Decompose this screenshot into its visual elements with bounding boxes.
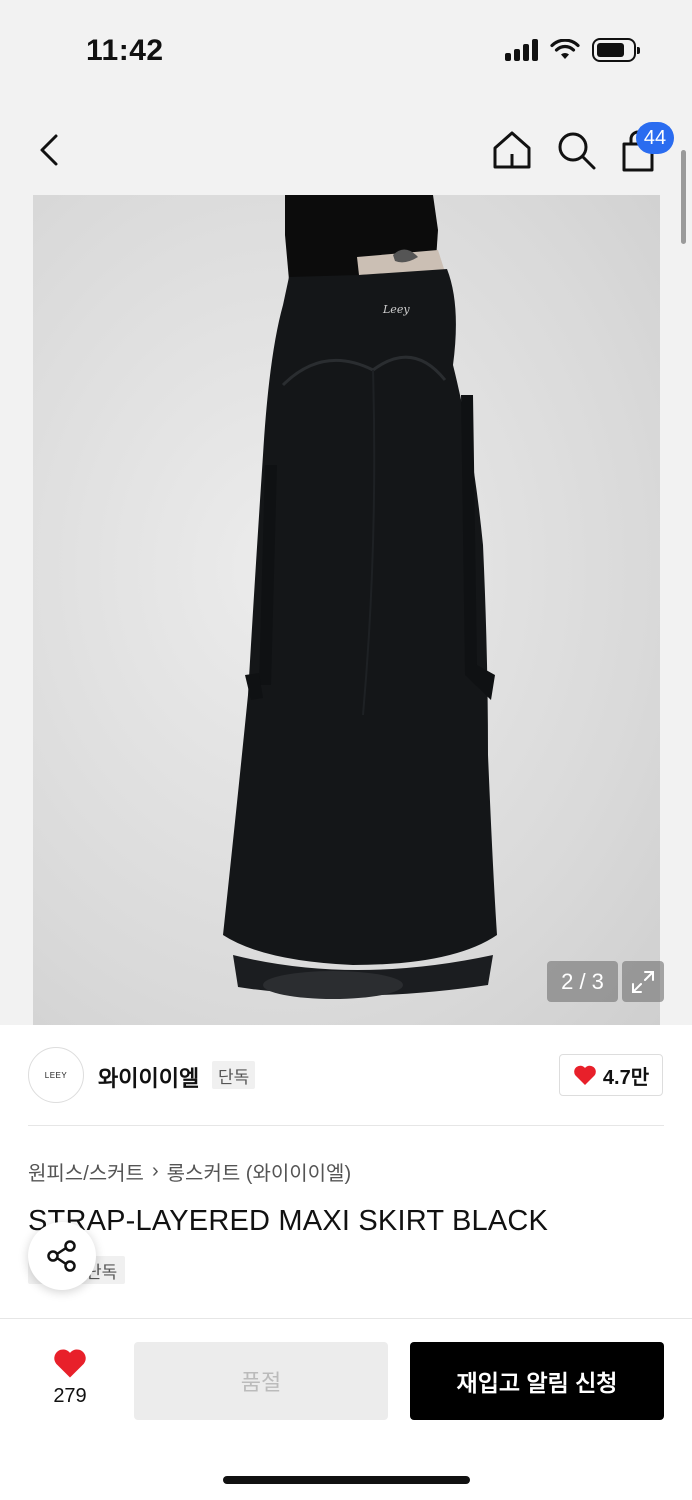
soldout-button: 품절	[134, 1342, 388, 1420]
search-icon[interactable]	[554, 128, 598, 172]
battery-icon	[592, 38, 640, 62]
chevron-right-icon: ›	[151, 1160, 159, 1182]
status-bar: 11:42	[0, 0, 692, 100]
skirt-illustration: Leey	[223, 195, 497, 999]
product-image[interactable]: Leey	[33, 195, 660, 1025]
share-icon	[47, 1240, 76, 1272]
breadcrumb-category[interactable]: 원피스/스커트	[28, 1157, 144, 1186]
fullscreen-button[interactable]	[622, 961, 664, 1002]
brand-like-button[interactable]: 4.7만	[559, 1054, 663, 1096]
exclusive-badge: 단독	[212, 1061, 256, 1089]
product-title: STRAP-LAYERED MAXI SKIRT BLACK	[28, 1205, 549, 1237]
heart-icon	[574, 1065, 596, 1085]
breadcrumb: 원피스/스커트 › 롱스커트 (와이이이엘)	[28, 1157, 351, 1186]
garment-logo: Leey	[382, 303, 410, 316]
wifi-icon	[550, 39, 580, 59]
home-indicator	[223, 1476, 470, 1484]
status-time: 11:42	[86, 34, 164, 67]
share-button[interactable]	[28, 1222, 96, 1290]
top-nav-bar	[0, 110, 692, 190]
divider	[28, 1125, 664, 1126]
brand-logo[interactable]: LEEY	[28, 1047, 84, 1103]
expand-icon	[632, 970, 654, 993]
restock-alert-button[interactable]: 재입고 알림 신청	[410, 1342, 664, 1420]
brand-like-count: 4.7만	[602, 1066, 650, 1089]
image-counter: 2 / 3	[547, 961, 618, 1002]
home-icon[interactable]	[490, 128, 534, 172]
brand-name[interactable]: 와이이이엘	[98, 1061, 199, 1093]
scrollbar	[681, 150, 686, 244]
wishlist-button[interactable]: 279	[40, 1347, 100, 1417]
cellular-signal-icon	[505, 39, 538, 61]
cart-count-badge: 44	[636, 122, 674, 154]
wishlist-count: 279	[53, 1385, 87, 1407]
status-icons	[505, 38, 640, 62]
heart-icon	[54, 1349, 86, 1378]
back-arrow-icon[interactable]	[30, 130, 70, 170]
breadcrumb-subcategory[interactable]: 롱스커트 (와이이이엘)	[167, 1157, 351, 1186]
bottom-action-bar: 279 품절 재입고 알림 신청	[0, 1318, 692, 1500]
